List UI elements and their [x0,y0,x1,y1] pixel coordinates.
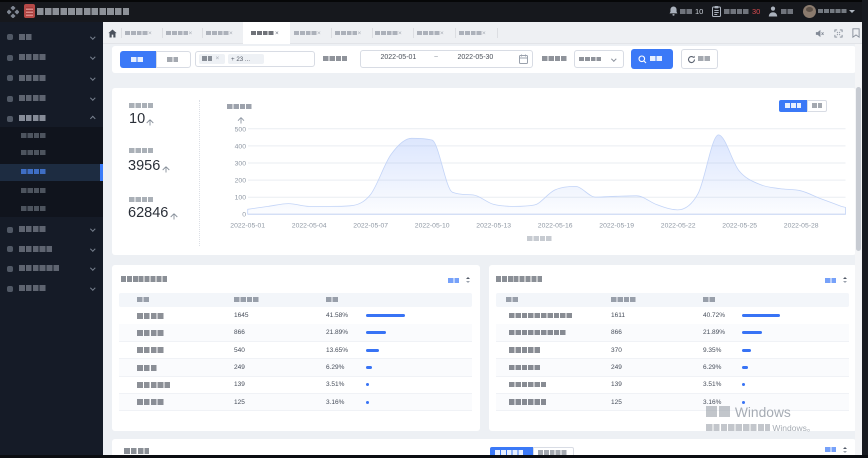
svg-text:2022-05-19: 2022-05-19 [599,222,634,229]
svg-text:2022-05-10: 2022-05-10 [415,222,450,229]
svg-text:2022-05-07: 2022-05-07 [353,222,388,229]
svg-text:300: 300 [235,161,247,168]
svg-text:2022-05-01: 2022-05-01 [230,222,265,229]
svg-text:200: 200 [235,178,247,185]
svg-text:2022-05-22: 2022-05-22 [661,222,696,229]
svg-text:2022-05-16: 2022-05-16 [538,222,573,229]
svg-text:400: 400 [235,143,247,150]
svg-text:2022-05-28: 2022-05-28 [784,222,819,229]
svg-text:100: 100 [235,195,247,202]
svg-text:2022-05-25: 2022-05-25 [722,222,757,229]
svg-text:2022-05-04: 2022-05-04 [292,222,327,229]
svg-text:0: 0 [242,212,246,219]
svg-text:2022-05-13: 2022-05-13 [476,222,511,229]
svg-text:500: 500 [235,126,247,133]
